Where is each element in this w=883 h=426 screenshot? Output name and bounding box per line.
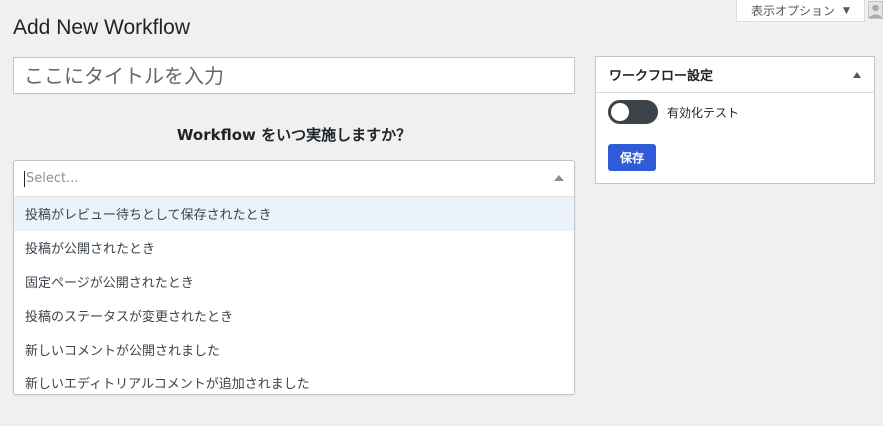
select-placeholder: Select... (26, 171, 79, 186)
chevron-down-icon: ▼ (843, 5, 850, 16)
chevron-up-icon[interactable] (554, 175, 564, 181)
select-option[interactable]: 新しいエディトリアルコメントが追加されました (14, 366, 574, 394)
toggle-knob (611, 103, 629, 121)
activation-toggle[interactable] (608, 100, 658, 124)
select-option[interactable]: 新しいコメントが公開されました (14, 332, 574, 366)
title-input[interactable] (13, 57, 575, 94)
text-cursor (24, 170, 25, 187)
select-option[interactable]: 投稿がレビュー待ちとして保存されたとき (14, 197, 574, 231)
workflow-settings-box: ワークフロー設定 有効化テスト 保存 (595, 56, 875, 184)
page-title: Add New Workflow (13, 16, 191, 39)
user-icon (869, 4, 882, 18)
trigger-question: Workflow をいつ実施しますか？ (176, 126, 412, 144)
activation-toggle-row: 有効化テスト (608, 100, 739, 124)
avatar[interactable] (868, 1, 883, 19)
select-option[interactable]: 固定ページが公開されたとき (14, 265, 574, 299)
screen-options-label: 表示オプション (751, 4, 836, 18)
screen-options-button[interactable]: 表示オプション ▼ (736, 0, 865, 22)
save-button[interactable]: 保存 (608, 144, 656, 171)
workflow-settings-heading: ワークフロー設定 (609, 69, 714, 84)
activation-toggle-label: 有効化テスト (667, 105, 740, 120)
select-option[interactable]: 投稿のステータスが変更されたとき (14, 298, 574, 332)
collapse-arrow-icon[interactable] (853, 72, 861, 78)
workflow-settings-header[interactable]: ワークフロー設定 (596, 57, 874, 93)
select-option[interactable]: 投稿が公開されたとき (14, 231, 574, 265)
trigger-select-control[interactable]: Select... (14, 161, 574, 197)
trigger-select[interactable]: Select... 投稿がレビュー待ちとして保存されたとき 投稿が公開されたとき… (13, 160, 575, 395)
